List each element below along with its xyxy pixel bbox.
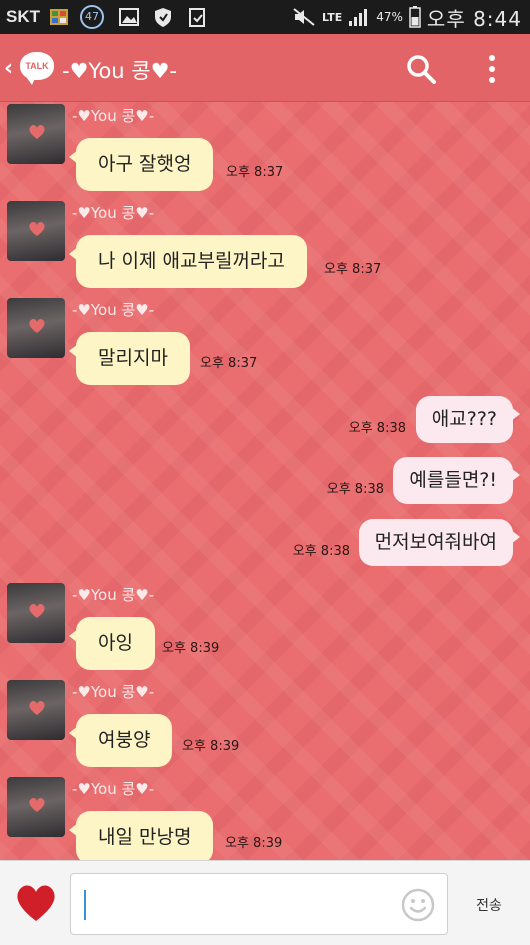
incoming-message: -♥You 콩♥- 내일 만낭명 오후 8:39 bbox=[0, 777, 530, 860]
message-time: 오후 8:38 bbox=[326, 482, 384, 497]
sim-grid-icon bbox=[50, 9, 68, 25]
message-bubble[interactable]: 먼저보여줘바여 bbox=[358, 519, 521, 566]
message-time: 오후 8:38 bbox=[292, 544, 350, 559]
notification-badge: 47 bbox=[80, 5, 104, 29]
heart-icon bbox=[29, 603, 45, 618]
sender-name: -♥You 콩♥- bbox=[72, 301, 155, 319]
message-bubble[interactable]: 말리지마 bbox=[69, 332, 190, 385]
image-icon bbox=[119, 8, 139, 26]
heart-icon bbox=[29, 797, 45, 812]
heart-emoticon-icon[interactable] bbox=[12, 879, 60, 925]
message-time: 오후 8:37 bbox=[324, 262, 382, 277]
message-time: 오후 8:39 bbox=[225, 836, 283, 851]
heart-icon bbox=[29, 318, 45, 333]
shield-icon bbox=[155, 8, 171, 27]
badge-count: 47 bbox=[85, 10, 99, 23]
clipboard-check-icon bbox=[189, 8, 205, 27]
sender-name: -♥You 콩♥- bbox=[72, 586, 155, 604]
avatar[interactable] bbox=[7, 777, 65, 837]
status-bar: SKT 47 LTE 47% 오후 8:44 bbox=[0, 0, 530, 34]
clock: 오후 8:44 bbox=[426, 6, 522, 31]
message-time: 오후 8:37 bbox=[200, 356, 258, 371]
chat-header: ‹ TALK -♥You 콩♥- bbox=[0, 34, 530, 102]
back-chevron-icon[interactable]: ‹ bbox=[4, 56, 13, 81]
chat-scroll-area[interactable]: -♥You 콩♥- 아구 잘햇엉 오후 8:37 -♥You 콩♥- 나 이제 … bbox=[0, 102, 530, 860]
message-bubble[interactable]: 여붕양 bbox=[68, 714, 173, 767]
carrier-label: SKT bbox=[6, 7, 40, 26]
sender-name: -♥You 콩♥- bbox=[72, 683, 155, 701]
avatar[interactable] bbox=[7, 680, 65, 740]
message-bubble[interactable]: 아잉 bbox=[69, 617, 155, 670]
message-time: 오후 8:39 bbox=[162, 641, 220, 656]
mute-icon bbox=[293, 8, 315, 26]
message-bubble[interactable]: 내일 만낭명 bbox=[68, 811, 214, 860]
network-type: LTE bbox=[322, 10, 343, 24]
battery-icon bbox=[409, 6, 421, 28]
avatar[interactable] bbox=[7, 583, 65, 643]
heart-icon bbox=[29, 221, 45, 236]
input-bar: 전송 bbox=[0, 860, 530, 945]
message-time: 오후 8:37 bbox=[226, 165, 284, 180]
message-time: 오후 8:39 bbox=[182, 739, 240, 754]
heart-icon bbox=[29, 124, 45, 139]
message-input[interactable] bbox=[70, 873, 448, 935]
heart-icon bbox=[29, 700, 45, 715]
emoticon-icon[interactable] bbox=[401, 888, 435, 922]
chat-room-title: -♥You 콩♥- bbox=[62, 59, 177, 83]
message-bubble[interactable]: 애교??? bbox=[415, 396, 521, 443]
incoming-message: -♥You 콩♥- 나 이제 애교부릴꺼라고 오후 8:37 bbox=[0, 201, 530, 293]
send-button[interactable]: 전송 bbox=[462, 895, 516, 915]
incoming-message: -♥You 콩♥- 여붕양 오후 8:39 bbox=[0, 680, 530, 772]
status-right: LTE 47% 오후 8:44 bbox=[292, 5, 522, 31]
message-time: 오후 8:38 bbox=[348, 421, 406, 436]
talk-logo[interactable]: TALK bbox=[20, 52, 54, 85]
avatar[interactable] bbox=[7, 298, 65, 358]
outgoing-message: 오후 8:38 애교??? bbox=[0, 396, 530, 444]
avatar[interactable] bbox=[7, 201, 65, 261]
message-bubble[interactable]: 나 이제 애교부릴꺼라고 bbox=[69, 235, 307, 288]
avatar[interactable] bbox=[7, 104, 65, 164]
incoming-message: -♥You 콩♥- 아잉 오후 8:39 bbox=[0, 583, 530, 675]
sender-name: -♥You 콩♥- bbox=[72, 204, 155, 222]
outgoing-message: 오후 8:38 예를들면?! bbox=[0, 457, 530, 505]
sender-name: -♥You 콩♥- bbox=[72, 107, 155, 125]
search-icon[interactable] bbox=[406, 54, 436, 84]
sender-name: -♥You 콩♥- bbox=[72, 780, 155, 798]
battery-percent: 47% bbox=[376, 10, 403, 24]
more-menu-icon[interactable] bbox=[486, 54, 498, 84]
incoming-message: -♥You 콩♥- 아구 잘햇엉 오후 8:37 bbox=[0, 104, 530, 196]
text-caret bbox=[84, 890, 86, 920]
outgoing-message: 오후 8:38 먼저보여줘바여 bbox=[0, 519, 530, 567]
incoming-message: -♥You 콩♥- 말리지마 오후 8:37 bbox=[0, 298, 530, 390]
message-bubble[interactable]: 아구 잘햇엉 bbox=[68, 138, 214, 191]
message-bubble[interactable]: 예를들면?! bbox=[393, 457, 520, 504]
signal-icon bbox=[349, 9, 368, 26]
